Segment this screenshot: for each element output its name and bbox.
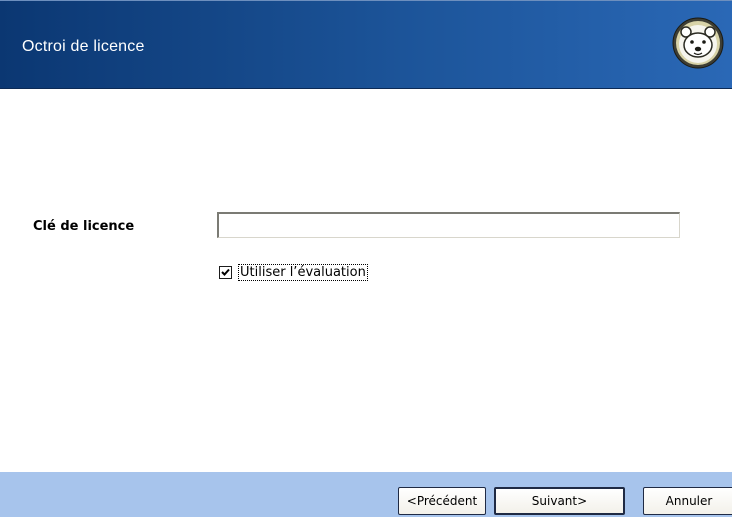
- wizard-footer: <Précédent Suivant> Annuler: [0, 472, 732, 517]
- next-button[interactable]: Suivant>: [494, 487, 625, 515]
- next-button-label: Suivant>: [531, 494, 588, 508]
- wizard-header: Octroi de licence: [0, 0, 732, 89]
- evaluation-checkbox-label[interactable]: Utiliser l’évaluation: [238, 263, 368, 281]
- evaluation-option[interactable]: Utiliser l’évaluation: [219, 263, 368, 281]
- polar-bear-icon: [672, 17, 724, 69]
- cancel-button-label: Annuler: [665, 494, 713, 508]
- previous-button[interactable]: <Précédent: [398, 487, 486, 515]
- license-key-input[interactable]: [217, 212, 680, 238]
- page-title: Octroi de licence: [22, 38, 145, 55]
- cancel-button[interactable]: Annuler: [643, 487, 732, 515]
- license-key-label: Clé de licence: [33, 219, 135, 234]
- previous-button-label: <Précédent: [406, 494, 478, 508]
- license-wizard-window: Octroi de licence Clé de licence Utilise…: [0, 0, 732, 517]
- checkmark-icon: [221, 268, 230, 276]
- wizard-content: Clé de licence Utiliser l’évaluation: [0, 89, 732, 472]
- evaluation-checkbox[interactable]: [219, 265, 232, 279]
